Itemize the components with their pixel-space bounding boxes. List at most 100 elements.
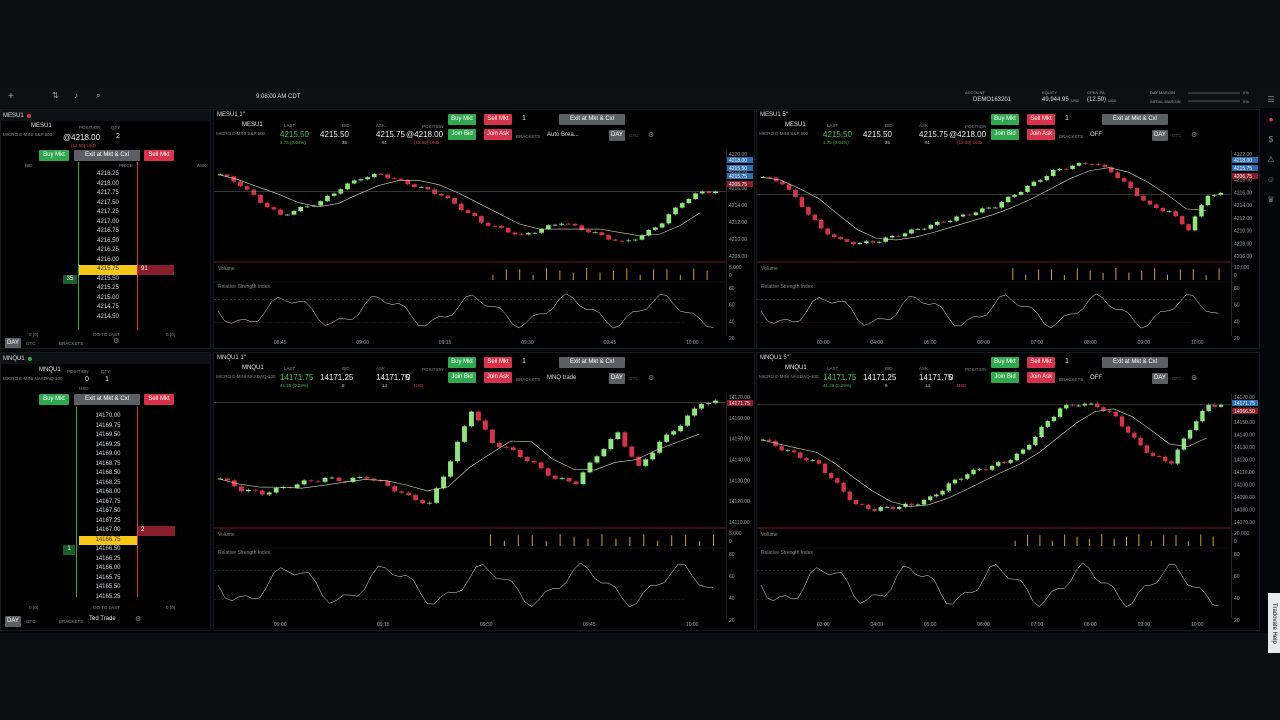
chart-canvas[interactable]: 4220.004218.004216.004214.004212.004210.… bbox=[214, 110, 754, 348]
volume-tick-label: 5,000 bbox=[729, 265, 742, 271]
ladder-row[interactable]: 4216.50 bbox=[1, 237, 210, 247]
candle bbox=[343, 479, 349, 484]
ladder-row[interactable]: 14168.25 bbox=[1, 479, 210, 489]
ladder-price: 14167.75 bbox=[95, 498, 121, 505]
volume-bar bbox=[1063, 275, 1065, 280]
ladder-row[interactable]: 4216.25 bbox=[1, 246, 210, 256]
ladder-row[interactable]: 14166.25 bbox=[1, 555, 210, 565]
exit-button[interactable]: Exit at Mkt & Cxl bbox=[74, 150, 140, 161]
sell-market-button[interactable]: Sell Mkt bbox=[144, 394, 174, 405]
ladder-row[interactable]: 4218.25 bbox=[1, 170, 210, 180]
day-button[interactable]: DAY bbox=[5, 338, 21, 348]
ladder-row[interactable]: 14167.75 bbox=[1, 498, 210, 508]
x-tick-label: 04:00 bbox=[870, 340, 883, 346]
qty-value[interactable]: 2 bbox=[116, 133, 120, 140]
candle bbox=[448, 460, 453, 478]
ladder-row[interactable]: 14167.50 bbox=[1, 507, 210, 517]
bid-size[interactable]: 1 bbox=[63, 545, 75, 555]
x-tick-label: 09:45 bbox=[604, 340, 617, 346]
ladder-row[interactable]: 14166.75 bbox=[1, 535, 210, 545]
x-tick-label: 09:30 bbox=[521, 340, 534, 346]
volume-tick-label: 0 bbox=[729, 539, 732, 545]
ladder-row[interactable]: 14165.75 bbox=[1, 574, 210, 584]
candle bbox=[1102, 163, 1108, 169]
dollar-icon[interactable]: $ bbox=[1262, 130, 1280, 150]
brackets-select[interactable]: Ted Trade bbox=[89, 616, 116, 622]
help-tab[interactable]: Tradovate Help bbox=[1268, 593, 1280, 653]
ladder-row[interactable]: 4215.50 35 bbox=[1, 274, 210, 284]
symbol[interactable]: MNQU1 bbox=[39, 367, 61, 373]
ladder-row[interactable]: 14168.75 bbox=[1, 460, 210, 470]
gtc-button[interactable]: GTC bbox=[26, 619, 36, 624]
bid-size[interactable]: 35 bbox=[63, 274, 77, 284]
gear-icon[interactable]: ⚙ bbox=[113, 337, 119, 345]
price-tag-label: 4218.00 bbox=[1234, 158, 1252, 164]
ladder-row[interactable]: 14169.25 bbox=[1, 441, 210, 451]
ladder-row[interactable]: 4214.75 bbox=[1, 303, 210, 313]
ladder-row[interactable]: 14165.25 bbox=[1, 593, 210, 603]
bell-icon[interactable]: ♪ bbox=[74, 91, 78, 100]
candle bbox=[315, 479, 321, 483]
volume-bar bbox=[531, 535, 533, 546]
ladder-row[interactable]: 14166.50 1 bbox=[1, 545, 210, 555]
ladder-row[interactable]: 4215.00 bbox=[1, 294, 210, 304]
x-tick-label: 09:00 bbox=[1138, 340, 1151, 346]
ladder-row[interactable]: 4217.50 bbox=[1, 199, 210, 209]
sell-market-button[interactable]: Sell Mkt bbox=[144, 150, 174, 161]
ladder-row[interactable]: 4215.75 91 bbox=[1, 265, 210, 275]
ladder-row[interactable]: 4217.00 bbox=[1, 218, 210, 228]
notification-icon[interactable]: ● bbox=[1262, 110, 1280, 130]
ladder-row[interactable]: 4216.75 bbox=[1, 227, 210, 237]
ladder-row[interactable]: 4218.00 bbox=[1, 180, 210, 190]
ladder-row[interactable]: 14169.75 bbox=[1, 422, 210, 432]
volume-bar bbox=[1064, 534, 1066, 546]
candle bbox=[559, 222, 565, 226]
ladder-row[interactable]: 4215.25 bbox=[1, 284, 210, 294]
add-icon[interactable]: + bbox=[8, 91, 14, 102]
candle bbox=[1212, 403, 1217, 409]
gear-icon[interactable]: ⚙ bbox=[135, 615, 141, 623]
price-tag-label: 4218.00 bbox=[729, 158, 747, 164]
chart-canvas[interactable]: 14170.0014160.0014150.0014140.0014130.00… bbox=[214, 353, 754, 630]
ladder-row[interactable]: 14167.25 bbox=[1, 517, 210, 527]
ladder-row[interactable]: 14168.00 bbox=[1, 488, 210, 498]
ladder-row[interactable]: 14165.50 bbox=[1, 583, 210, 593]
account-value[interactable]: DEMO163201 bbox=[973, 97, 1011, 103]
settings-icon[interactable]: ☰ bbox=[1262, 90, 1280, 110]
y-tick-label: 4214.00 bbox=[729, 203, 747, 209]
exit-button[interactable]: Exit at Mkt & Cxl bbox=[74, 394, 140, 405]
trophy-icon[interactable]: ♛ bbox=[1262, 190, 1280, 210]
ladder-row[interactable]: 4216.00 bbox=[1, 256, 210, 266]
symbol[interactable]: MESU1 bbox=[31, 123, 52, 129]
ladder-row[interactable]: 4214.50 bbox=[1, 313, 210, 323]
chart-canvas[interactable]: 14170.0014160.0014150.0014140.0014130.00… bbox=[757, 353, 1259, 630]
ladder-row[interactable]: 14166.00 bbox=[1, 564, 210, 574]
ask-size[interactable]: 2 bbox=[138, 526, 175, 536]
panel-tab-title[interactable]: MESU1 bbox=[3, 113, 24, 119]
candle bbox=[1167, 210, 1172, 213]
gtc-button[interactable]: GTC bbox=[26, 341, 36, 346]
ladder-row[interactable]: 14170.00 bbox=[1, 412, 210, 422]
search-icon[interactable]: ⌕ bbox=[96, 91, 100, 101]
candle bbox=[1002, 460, 1007, 465]
ladder-row[interactable]: 4217.75 bbox=[1, 189, 210, 199]
ladder-row[interactable]: 4217.25 bbox=[1, 208, 210, 218]
day-button[interactable]: DAY bbox=[5, 616, 21, 627]
warning-icon[interactable]: ⚠ bbox=[1262, 150, 1280, 170]
ladder-row[interactable]: 14169.50 bbox=[1, 431, 210, 441]
go-to-last-button[interactable]: GO TO LAST bbox=[93, 605, 120, 610]
users-icon[interactable]: ☺ bbox=[1262, 170, 1280, 190]
ladder-row[interactable]: 14167.00 2 bbox=[1, 526, 210, 536]
ladder-price: 14165.75 bbox=[95, 574, 121, 581]
qty-value[interactable]: 1 bbox=[105, 376, 109, 383]
buy-market-button[interactable]: Buy Mkt bbox=[39, 150, 69, 161]
ladder-row[interactable]: 14168.50 bbox=[1, 469, 210, 479]
buy-market-button[interactable]: Buy Mkt bbox=[39, 394, 69, 405]
ladder-row[interactable]: 14169.00 bbox=[1, 450, 210, 460]
sort-icon[interactable]: ⇅ bbox=[52, 91, 59, 100]
x-tick-label: 09:15 bbox=[439, 340, 452, 346]
panel-tab-title[interactable]: MNQU1 bbox=[3, 356, 25, 362]
candle bbox=[713, 399, 718, 405]
ask-size[interactable]: 91 bbox=[138, 265, 174, 275]
chart-canvas[interactable]: 4222.004220.004218.004216.004214.004212.… bbox=[757, 110, 1259, 348]
